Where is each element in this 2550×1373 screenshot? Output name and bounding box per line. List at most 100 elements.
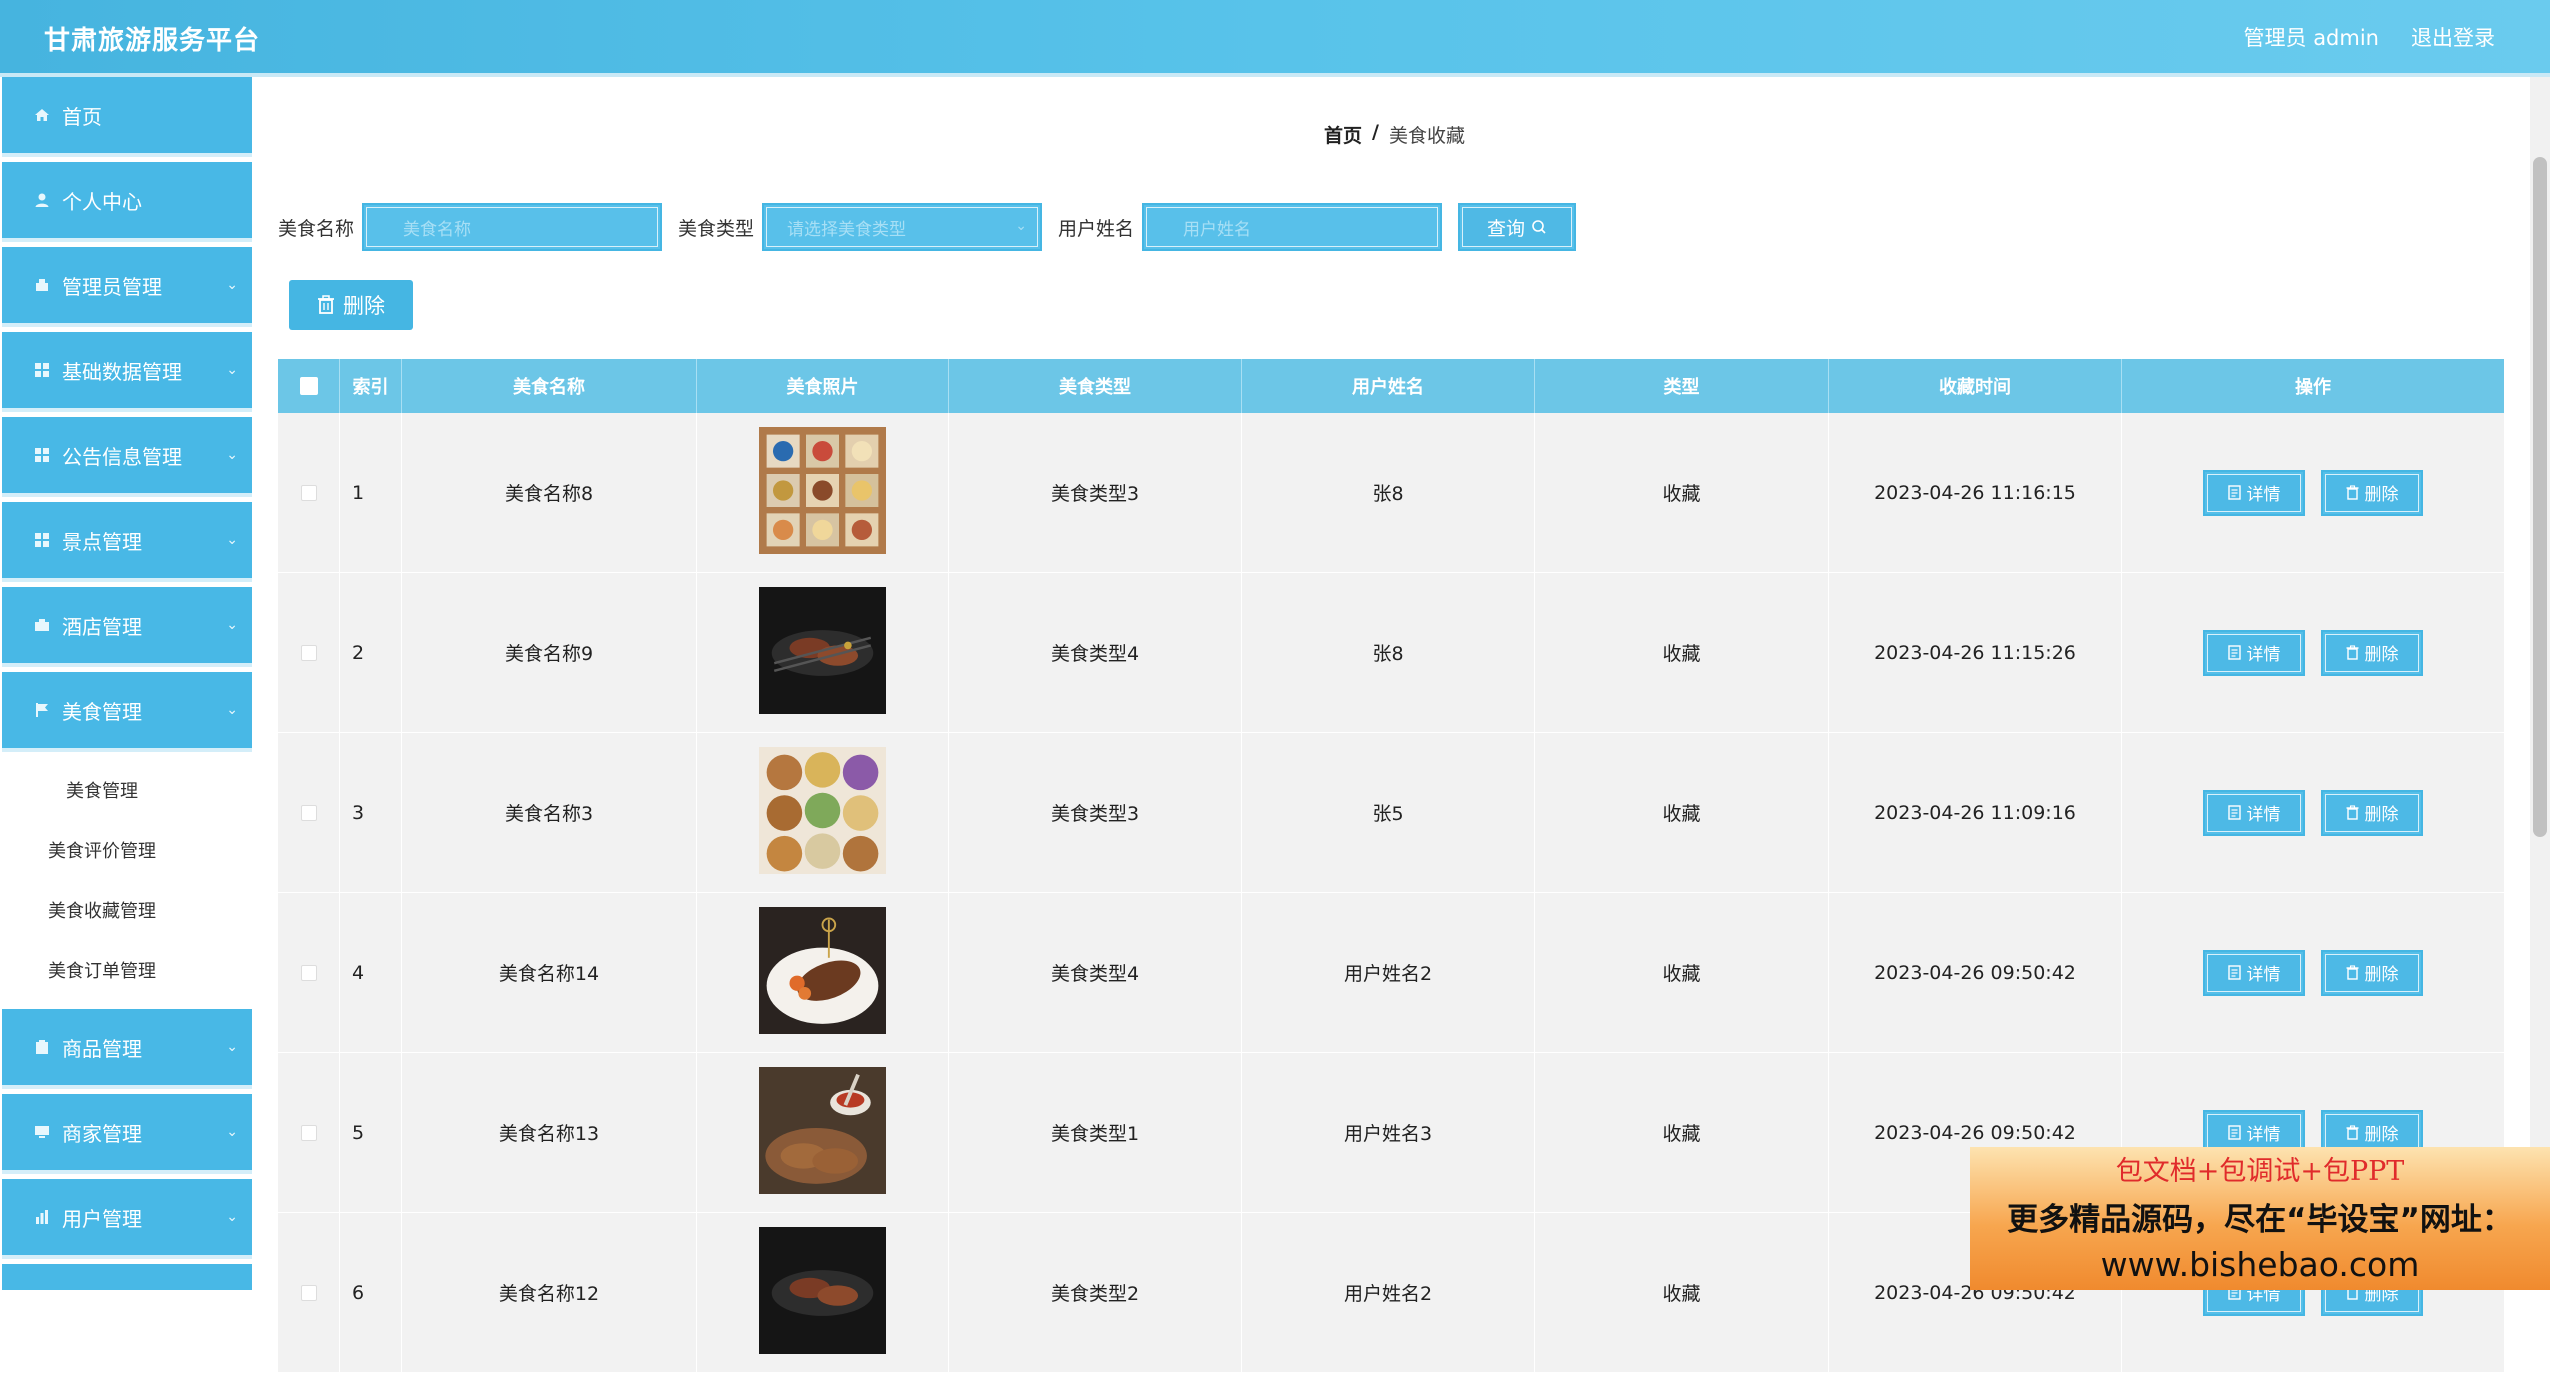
- row-checkbox[interactable]: [300, 1124, 317, 1141]
- chevron-down-icon: ⌄: [226, 617, 238, 633]
- row-delete-button[interactable]: 删除: [2321, 789, 2423, 836]
- sidebar-item-home[interactable]: 首页: [2, 77, 252, 157]
- detail-button-inner[interactable]: 详情: [2207, 793, 2301, 832]
- row-select-cell[interactable]: [278, 1213, 340, 1372]
- chevron-down-icon: ⌄: [226, 1039, 238, 1055]
- submenu-item-1[interactable]: 美食评价管理: [0, 820, 254, 880]
- cell-user-name: 用户姓名2: [1242, 1213, 1535, 1372]
- row-delete-button-inner[interactable]: 删除: [2325, 633, 2419, 672]
- table-row: 3 美食名称3 美食类型3 张5 收藏 2023-04-26 11:09:16 详情 删除: [278, 733, 2504, 893]
- sidebar-item-label: 用户管理: [62, 1206, 142, 1231]
- sidebar-item-notices[interactable]: 公告信息管理 ⌄: [2, 417, 252, 497]
- row-checkbox[interactable]: [300, 644, 317, 661]
- cell-index: 2: [340, 573, 402, 732]
- detail-button[interactable]: 详情: [2203, 789, 2305, 836]
- detail-button-inner[interactable]: 详情: [2207, 953, 2301, 992]
- food-type-label: 美食类型: [678, 217, 755, 240]
- cell-food-photo: [697, 573, 949, 732]
- sidebar-item-users[interactable]: 用户管理 ⌄: [2, 1179, 252, 1259]
- trash-icon: [2346, 965, 2358, 980]
- cell-user-name: 用户姓名2: [1242, 893, 1535, 1052]
- sidebar-item-hotels[interactable]: 酒店管理 ⌄: [2, 587, 252, 667]
- page-scrollbar[interactable]: [2530, 77, 2550, 1290]
- food-type-placeholder: 请选择美食类型: [787, 219, 907, 240]
- batch-delete-button[interactable]: 删除: [289, 280, 413, 330]
- user-name-placeholder[interactable]: 用户姓名: [1146, 207, 1439, 247]
- detail-button-inner[interactable]: 详情: [2207, 473, 2301, 512]
- row-delete-button-inner[interactable]: 删除: [2325, 1113, 2419, 1152]
- sidebar-item-admins[interactable]: 管理员管理 ⌄: [2, 247, 252, 327]
- cell-time: 2023-04-26 11:09:16: [1829, 733, 2122, 892]
- row-delete-button[interactable]: 删除: [2321, 629, 2423, 676]
- cell-food-name: 美食名称3: [402, 733, 697, 892]
- query-button-inner[interactable]: 查询: [1462, 207, 1573, 247]
- row-delete-button[interactable]: 删除: [2321, 949, 2423, 996]
- user-name-label: 用户姓名: [1058, 217, 1135, 240]
- row-delete-button-inner[interactable]: 删除: [2325, 473, 2419, 512]
- food-type-select-inner[interactable]: 请选择美食类型 ⌄: [766, 207, 1039, 247]
- cell-food-photo: [697, 1053, 949, 1212]
- breadcrumb-separator: /: [1372, 121, 1379, 143]
- sidebar-item-label: 商品管理: [62, 1036, 142, 1061]
- logout-link[interactable]: 退出登录: [2411, 22, 2495, 52]
- sidebar-item-food[interactable]: 美食管理 ⌄: [2, 672, 252, 752]
- detail-button-label: 详情: [2246, 645, 2281, 665]
- breadcrumb-home[interactable]: 首页: [1324, 121, 1362, 148]
- detail-button[interactable]: 详情: [2203, 949, 2305, 996]
- query-button[interactable]: 查询: [1458, 203, 1577, 251]
- cell-kind: 收藏: [1535, 893, 1829, 1052]
- row-select-cell[interactable]: [278, 893, 340, 1052]
- detail-button-label: 详情: [2246, 1125, 2281, 1145]
- row-delete-button[interactable]: 删除: [2321, 469, 2423, 516]
- sidebar-item-profile[interactable]: 个人中心: [2, 162, 252, 242]
- food-name-input[interactable]: 美食名称: [362, 203, 663, 251]
- submenu-item-0[interactable]: 美食管理: [0, 760, 254, 820]
- row-select-cell[interactable]: [278, 413, 340, 572]
- row-checkbox[interactable]: [300, 1284, 317, 1301]
- submenu-item-3[interactable]: 美食订单管理: [0, 940, 254, 1000]
- sidebar-item-label: 景点管理: [62, 529, 142, 554]
- cell-food-photo: [697, 1213, 949, 1372]
- row-delete-button-inner[interactable]: 删除: [2325, 953, 2419, 992]
- chevron-down-icon: ⌄: [1015, 218, 1028, 234]
- sidebar-item-merchants[interactable]: 商家管理 ⌄: [2, 1094, 252, 1174]
- detail-button-inner[interactable]: 详情: [2207, 633, 2301, 672]
- cell-user-name: 张8: [1242, 573, 1535, 732]
- food-name-placeholder[interactable]: 美食名称: [366, 207, 659, 247]
- document-icon: [2227, 965, 2241, 980]
- row-select-cell[interactable]: [278, 573, 340, 732]
- sidebar-item-goods[interactable]: 商品管理 ⌄: [2, 1009, 252, 1089]
- food-type-select[interactable]: 请选择美食类型 ⌄: [762, 203, 1043, 251]
- cell-food-type: 美食类型4: [949, 893, 1242, 1052]
- row-checkbox[interactable]: [300, 484, 317, 501]
- header-select-all[interactable]: [278, 359, 340, 413]
- select-all-checkbox[interactable]: [299, 377, 318, 395]
- sidebar-item-label: 商家管理: [62, 1121, 142, 1146]
- submenu-item-2[interactable]: 美食收藏管理: [0, 880, 254, 940]
- row-checkbox[interactable]: [300, 964, 317, 981]
- row-select-cell[interactable]: [278, 733, 340, 892]
- query-button-label: 查询: [1487, 217, 1526, 240]
- food-photo: [759, 746, 886, 879]
- cell-time: 2023-04-26 09:50:42: [1829, 893, 2122, 1052]
- document-icon: [2227, 485, 2241, 500]
- scrollbar-thumb[interactable]: [2533, 157, 2547, 837]
- header-user-area: 管理员 admin 退出登录: [2244, 22, 2495, 52]
- sidebar-item-label: 酒店管理: [62, 614, 142, 639]
- cell-time: 2023-04-26 11:16:15: [1829, 413, 2122, 572]
- cell-food-type: 美食类型3: [949, 733, 1242, 892]
- row-checkbox[interactable]: [300, 804, 317, 821]
- detail-button-inner[interactable]: 详情: [2207, 1113, 2301, 1152]
- table-row: 2 美食名称9 美食类型4 张8 收藏 2023-04-26 11:15:26 详情 删除: [278, 573, 2504, 733]
- food-photo: [759, 906, 886, 1039]
- sidebar-item-carousel[interactable]: 轮播图信息⌄: [2, 1264, 252, 1290]
- row-select-cell[interactable]: [278, 1053, 340, 1212]
- detail-button[interactable]: 详情: [2203, 469, 2305, 516]
- sidebar-item-base-data[interactable]: 基础数据管理 ⌄: [2, 332, 252, 412]
- chart-icon: [32, 1207, 52, 1227]
- user-name-input[interactable]: 用户姓名: [1142, 203, 1443, 251]
- detail-button[interactable]: 详情: [2203, 629, 2305, 676]
- row-delete-button-inner[interactable]: 删除: [2325, 793, 2419, 832]
- sidebar-item-scenic[interactable]: 景点管理 ⌄: [2, 502, 252, 582]
- cell-food-type: 美食类型4: [949, 573, 1242, 732]
